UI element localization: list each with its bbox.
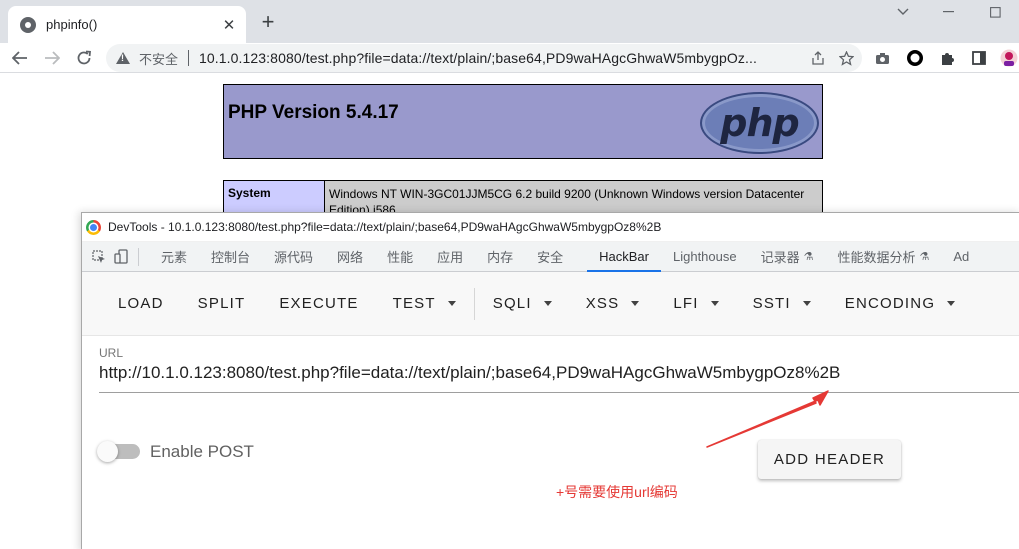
load-button[interactable]: LOAD (102, 286, 181, 322)
inspect-element-icon[interactable] (88, 246, 110, 268)
tab-security[interactable]: 安全 (525, 242, 575, 272)
tab-performance-insights-label: 性能数据分析 (837, 250, 916, 265)
caret-down-icon (543, 301, 552, 306)
new-tab-button[interactable]: + (256, 9, 280, 34)
warning-icon (116, 52, 130, 64)
tab-adblock[interactable]: Ad (941, 242, 981, 272)
omnibox-divider (188, 50, 190, 66)
bookmark-star-icon[interactable] (834, 47, 858, 69)
xss-menu[interactable]: XSS (569, 286, 657, 322)
execute-button[interactable]: EXECUTE (262, 286, 375, 322)
tab-recorder[interactable]: 记录器 ⚗ (749, 242, 826, 272)
tab-strip: phpinfo() ✕ + (0, 0, 1019, 43)
device-toolbar-icon[interactable] (110, 246, 132, 268)
back-icon[interactable] (8, 46, 32, 70)
devtools-window: DevTools - 10.1.0.123:8080/test.php?file… (81, 212, 1019, 549)
globe-icon (20, 16, 36, 33)
enable-post-toggle[interactable] (97, 441, 140, 462)
enable-post-label[interactable]: Enable POST (150, 442, 254, 462)
tab-performance-insights[interactable]: 性能数据分析 ⚗ (826, 242, 942, 272)
add-header-button[interactable]: ADD HEADER (758, 440, 901, 479)
caret-down-icon (802, 301, 811, 306)
address-bar[interactable]: 不安全 10.1.0.123:8080/test.php?file=data:/… (106, 44, 862, 72)
php-logo: php (700, 92, 819, 154)
camera-icon[interactable] (871, 47, 893, 69)
side-panel-icon[interactable] (968, 47, 990, 69)
lfi-menu-label: LFI (673, 295, 699, 312)
system-value: Windows NT WIN-3GC01JJM5CG 6.2 build 920… (325, 181, 822, 217)
tab-title: phpinfo() (46, 17, 98, 32)
flask-icon: ⚗ (803, 251, 814, 263)
tab-elements[interactable]: 元素 (149, 242, 199, 272)
reload-icon[interactable] (72, 46, 96, 70)
tab-hackbar[interactable]: HackBar (587, 242, 661, 272)
split-button[interactable]: SPLIT (181, 286, 263, 322)
extension-circle-icon[interactable] (904, 47, 926, 69)
chrome-icon (86, 219, 101, 235)
tab-application[interactable]: 应用 (425, 242, 475, 272)
extensions-puzzle-icon[interactable] (936, 47, 958, 69)
url-input[interactable]: http://10.1.0.123:8080/test.php?file=dat… (99, 363, 840, 383)
screen: phpinfo() ✕ + 不安全 10.1.0.123:8080/test.p… (0, 0, 1019, 549)
sqli-menu[interactable]: SQLI (476, 286, 569, 322)
flask-icon: ⚗ (919, 251, 930, 263)
caret-down-icon (631, 301, 640, 306)
ssti-menu[interactable]: SSTI (736, 286, 828, 322)
url-field-label: URL (99, 346, 124, 360)
close-tab-icon[interactable]: ✕ (218, 14, 240, 36)
address-text[interactable]: 10.1.0.123:8080/test.php?file=data://tex… (199, 50, 806, 66)
tab-memory[interactable]: 内存 (475, 242, 525, 272)
tab-bar-divider (138, 247, 139, 266)
lfi-menu[interactable]: LFI (656, 286, 735, 322)
browser-toolbar: 不安全 10.1.0.123:8080/test.php?file=data:/… (0, 43, 1019, 73)
caret-down-icon (447, 301, 456, 306)
devtools-tab-bar: 元素 控制台 源代码 网络 性能 应用 内存 安全 HackBar Lighth… (82, 242, 1019, 272)
menu-divider (473, 287, 475, 320)
php-version-banner: PHP Version 5.4.17 php (223, 84, 823, 159)
devtools-titlebar: DevTools - 10.1.0.123:8080/test.php?file… (82, 213, 1019, 242)
tab-search-chevron-icon[interactable] (893, 4, 913, 20)
test-menu-label: TEST (392, 295, 436, 312)
minimize-icon[interactable] (939, 4, 959, 20)
sqli-menu-label: SQLI (492, 295, 532, 312)
annotation-note: +号需要使用url编码 (556, 484, 678, 500)
forward-icon[interactable] (40, 46, 64, 70)
maximize-icon[interactable] (985, 4, 1005, 20)
devtools-title: DevTools - 10.1.0.123:8080/test.php?file… (108, 220, 662, 234)
encoding-menu[interactable]: ENCODING (828, 286, 972, 322)
php-system-row: System Windows NT WIN-3GC01JJM5CG 6.2 bu… (223, 180, 823, 217)
browser-tab[interactable]: phpinfo() ✕ (8, 6, 246, 43)
tab-lighthouse[interactable]: Lighthouse (661, 242, 749, 272)
xss-menu-label: XSS (585, 295, 620, 312)
not-secure-label[interactable]: 不安全 (139, 49, 178, 68)
tab-console[interactable]: 控制台 (199, 242, 262, 272)
php-version-title: PHP Version 5.4.17 (228, 102, 399, 123)
caret-down-icon (947, 301, 956, 306)
tab-sources[interactable]: 源代码 (262, 242, 325, 272)
system-key: System (224, 181, 325, 215)
caret-down-icon (710, 301, 719, 306)
tab-performance[interactable]: 性能 (375, 242, 425, 272)
test-menu[interactable]: TEST (376, 286, 473, 322)
ssti-menu-label: SSTI (752, 295, 791, 312)
tab-network[interactable]: 网络 (325, 242, 375, 272)
php-logo-text: php (720, 101, 799, 145)
url-input-underline (99, 392, 1019, 393)
share-icon[interactable] (806, 47, 830, 69)
encoding-menu-label: ENCODING (844, 295, 936, 312)
toggle-knob (97, 441, 118, 462)
profile-avatar[interactable] (998, 47, 1019, 69)
tab-recorder-label: 记录器 (760, 250, 800, 265)
hackbar-menu: LOAD SPLIT EXECUTE TEST SQLI XSS LFI SST… (82, 272, 1019, 336)
